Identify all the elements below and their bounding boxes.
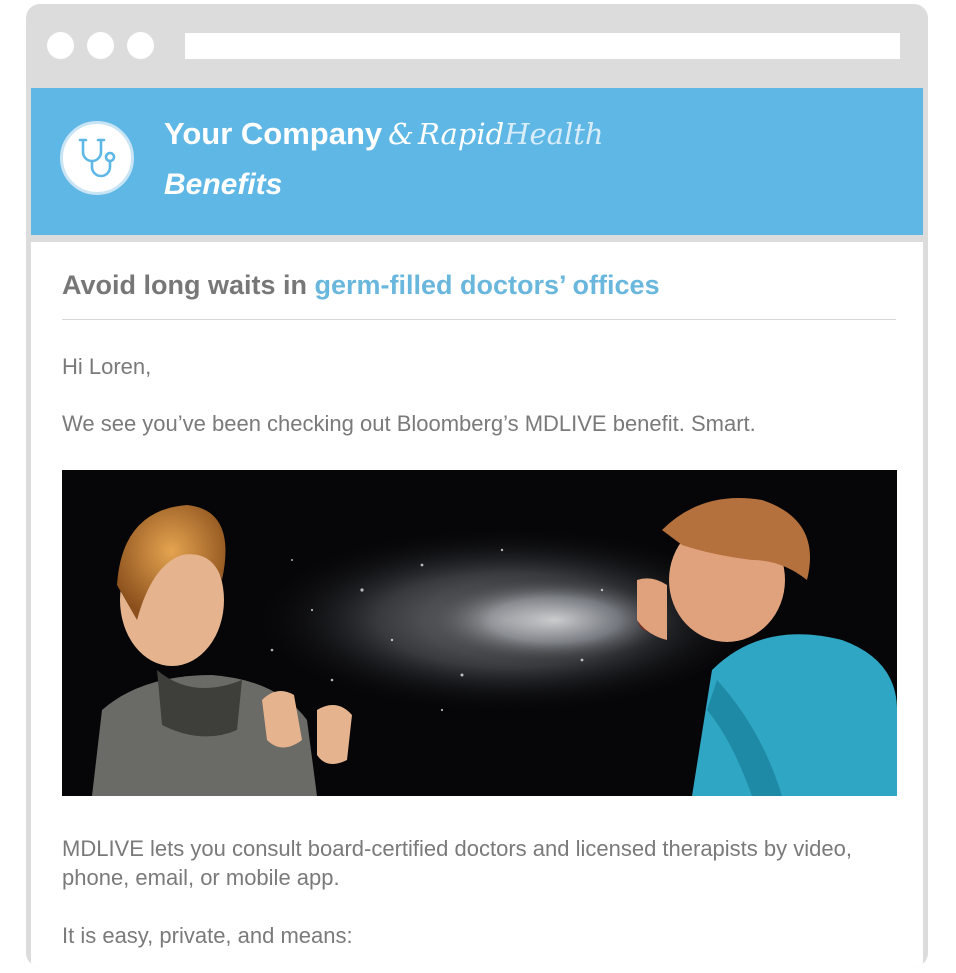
address-bar[interactable]	[185, 33, 900, 59]
body-text-2: It is easy, private, and means:	[62, 923, 353, 948]
email-banner: Your Company & RapidHealth Benefits	[31, 88, 923, 235]
body-text-1: MDLIVE lets you consult board-certified …	[62, 836, 852, 890]
headline-lead: Avoid long waits in	[62, 270, 315, 300]
close-dot[interactable]	[47, 32, 74, 59]
headline-accent[interactable]: germ-filled doctors’ offices	[315, 270, 660, 300]
window-controls	[47, 32, 154, 59]
email-headline: Avoid long waits in germ-filled doctors’…	[62, 270, 660, 301]
browser-window: Your Company & RapidHealth Benefits Avoid …	[26, 4, 928, 967]
intro-text: We see you’ve been checking out Bloomber…	[62, 411, 756, 436]
brand-ampersand: &	[388, 117, 414, 151]
minimize-dot[interactable]	[87, 32, 114, 59]
stethoscope-icon	[60, 121, 134, 195]
partner-name-second: Health	[504, 117, 604, 151]
company-name: Your Company	[164, 116, 383, 151]
brand-subtitle: Benefits	[164, 168, 283, 201]
sneeze-photo	[62, 470, 897, 796]
maximize-dot[interactable]	[127, 32, 154, 59]
email-body: Avoid long waits in germ-filled doctors’…	[31, 242, 923, 967]
brand-title: Your Company & RapidHealth	[164, 116, 604, 152]
partner-name-first: Rapid	[418, 117, 505, 151]
divider	[62, 319, 896, 320]
greeting-text: Hi Loren,	[62, 354, 152, 379]
